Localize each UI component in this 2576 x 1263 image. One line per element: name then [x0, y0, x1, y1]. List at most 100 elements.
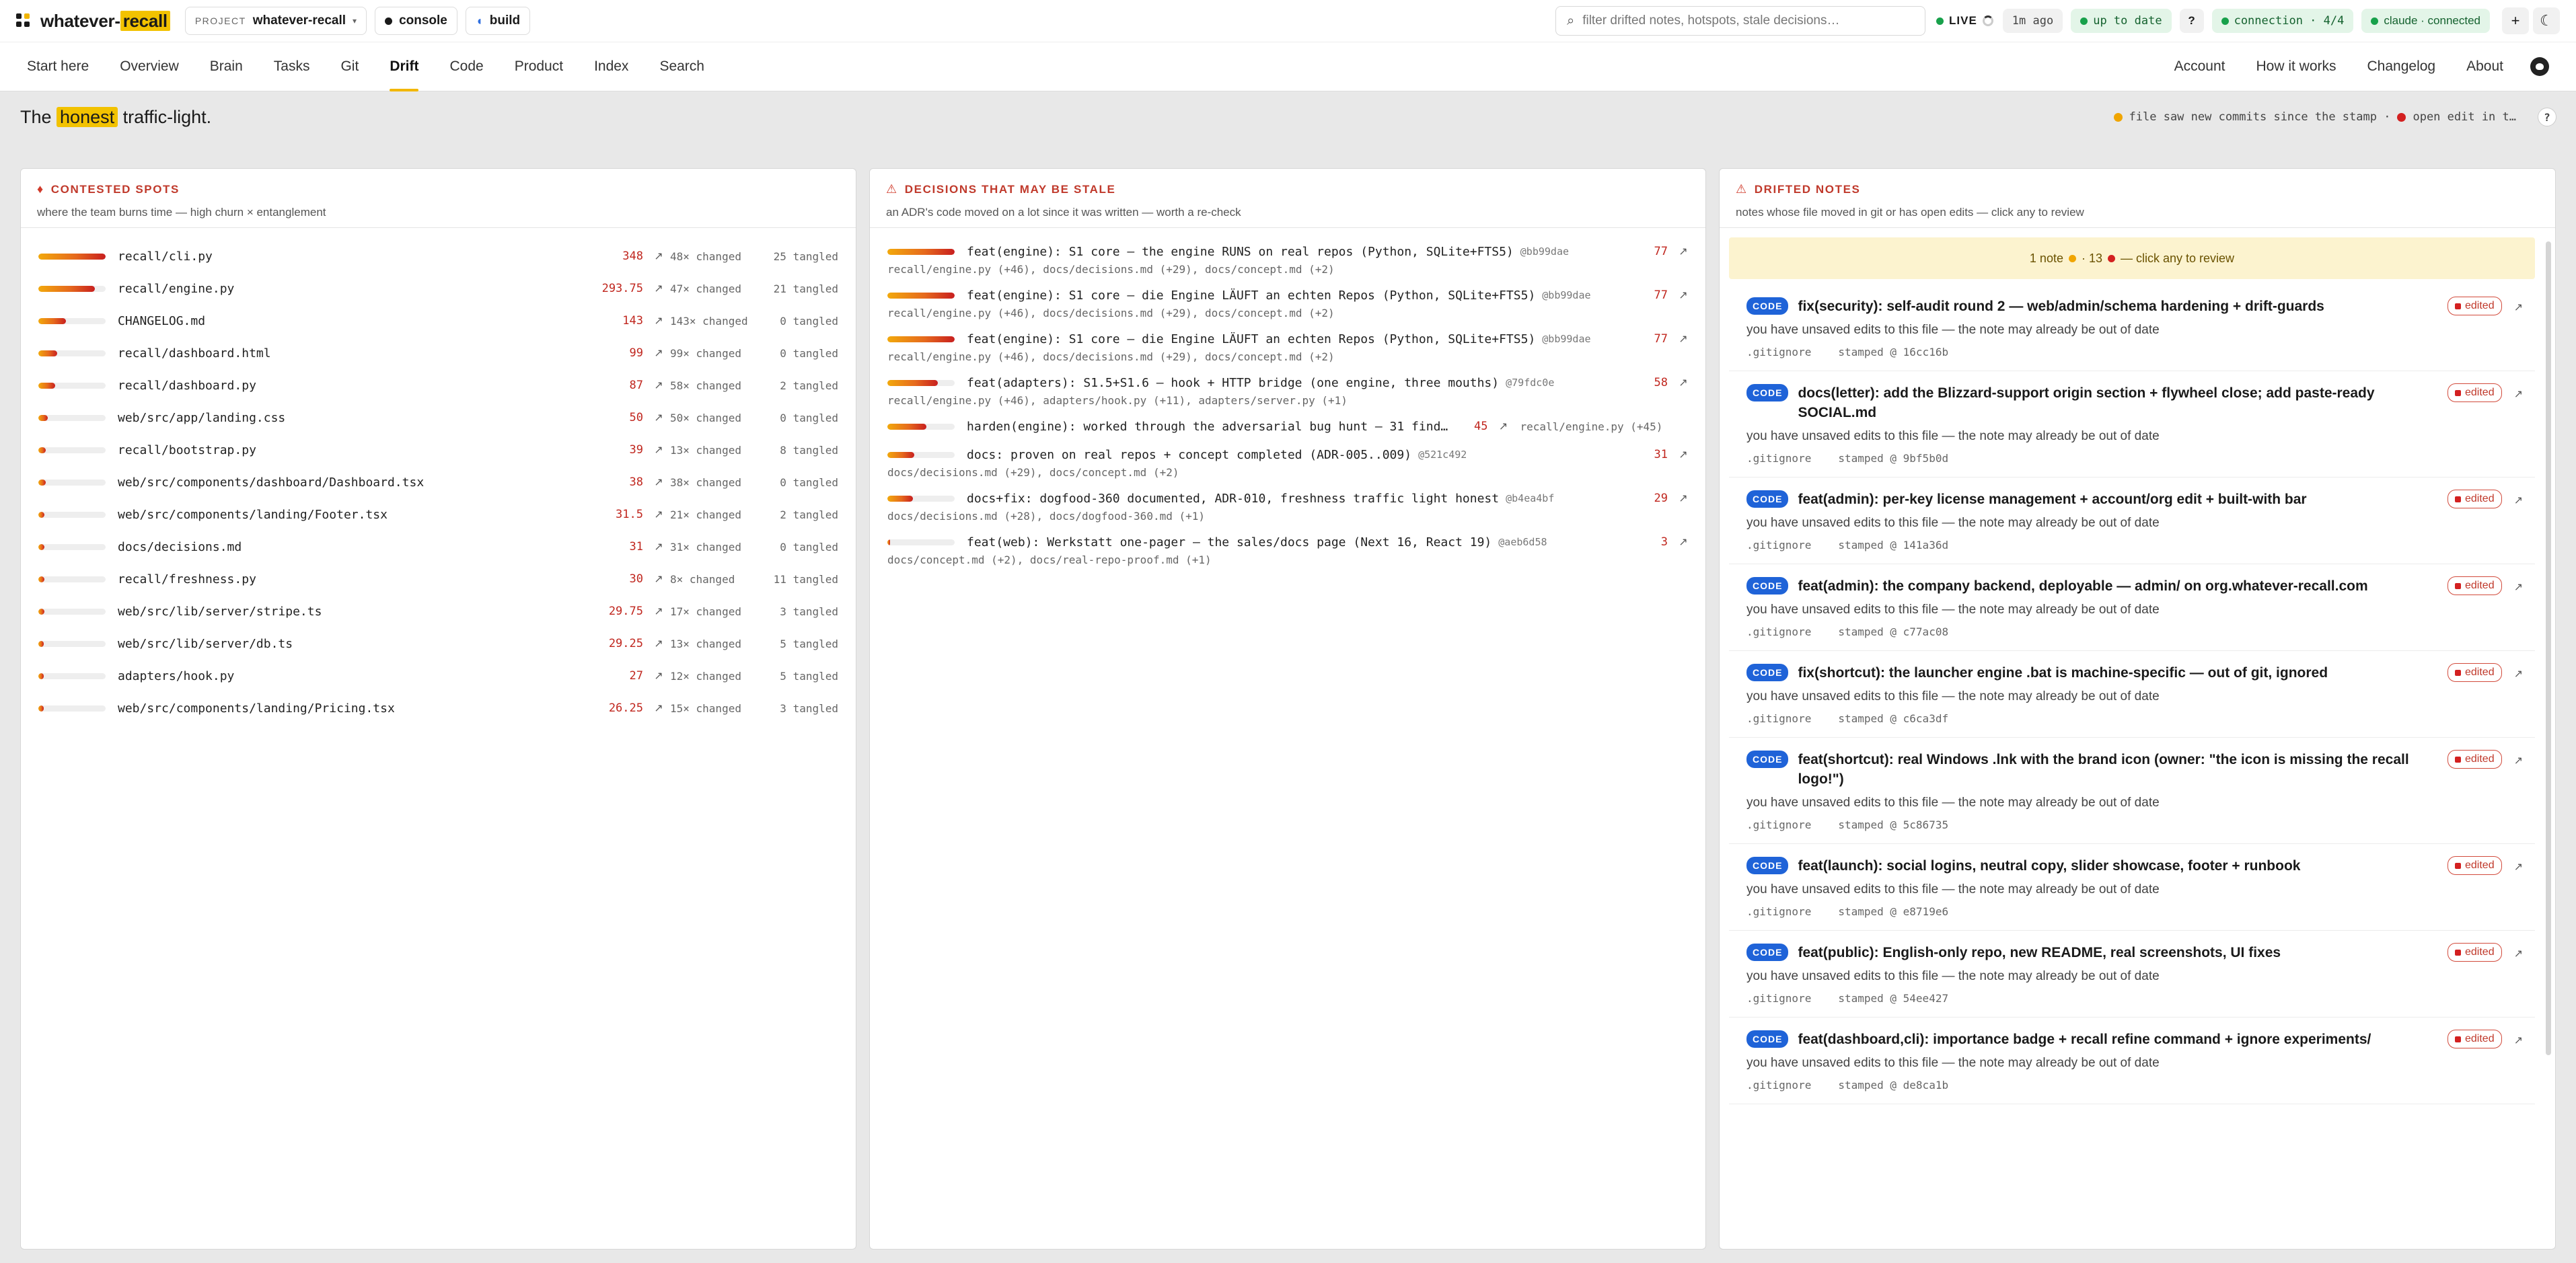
external-link-icon[interactable]: ↗ [1497, 420, 1509, 433]
legend-help-button[interactable]: ? [2538, 108, 2556, 126]
external-link-icon[interactable]: ↗ [2514, 301, 2523, 314]
external-link-icon[interactable]: ↗ [2514, 387, 2523, 401]
search-box[interactable]: ⌕ [1555, 6, 1925, 36]
external-link-icon[interactable]: ↗ [2514, 580, 2523, 594]
hotspot-row[interactable]: recall/dashboard.py 87 ↗ 58× changed 2 tangl… [21, 369, 856, 401]
note-meta: .gitignore stamped @ 141a36d [1746, 539, 2523, 551]
note-file: .gitignore [1746, 539, 1812, 551]
claude-status[interactable]: claude · connected [2361, 9, 2490, 33]
external-link-icon[interactable]: ↗ [1677, 448, 1689, 461]
hotspot-row[interactable]: recall/bootstrap.py 39 ↗ 13× changed 8 tangl… [21, 434, 856, 466]
drifted-note[interactable]: CODE feat(shortcut): real Windows .lnk wi… [1729, 738, 2535, 844]
decision-row[interactable]: feat(adapters): S1.5+S1.6 — hook + HTTP … [870, 370, 1705, 414]
nav-how-it-works[interactable]: How it works [2256, 42, 2336, 91]
drift-bar-fill [887, 336, 955, 342]
external-link-icon[interactable]: ↗ [1677, 492, 1689, 505]
external-link-icon[interactable]: ↗ [1677, 289, 1689, 302]
nav-overview[interactable]: Overview [120, 42, 179, 91]
external-link-icon[interactable]: ↗ [653, 314, 665, 328]
external-link-icon[interactable]: ↗ [2514, 667, 2523, 681]
external-link-icon[interactable]: ↗ [653, 572, 665, 586]
hotspot-row[interactable]: recall/freshness.py 30 ↗ 8× changed 11 tangl… [21, 563, 856, 595]
external-link-icon[interactable]: ↗ [1677, 535, 1689, 549]
nav-product[interactable]: Product [515, 42, 563, 91]
hotspot-path: recall/cli.py [118, 249, 213, 264]
nav-about[interactable]: About [2466, 42, 2503, 91]
external-link-icon[interactable]: ↗ [653, 701, 665, 715]
hotspot-row[interactable]: web/src/components/landing/Footer.tsx 31.… [21, 498, 856, 531]
drifted-note[interactable]: CODE feat(public): English-only repo, new… [1729, 931, 2535, 1018]
external-link-icon[interactable]: ↗ [653, 475, 665, 489]
external-link-icon[interactable]: ↗ [1677, 376, 1689, 389]
add-button[interactable]: + [2502, 7, 2529, 34]
decision-row[interactable]: docs+fix: dogfood-360 documented, ADR-01… [870, 486, 1705, 529]
search-input[interactable] [1582, 13, 1914, 28]
nav-search[interactable]: Search [659, 42, 704, 91]
hotspot-row[interactable]: web/src/components/dashboard/Dashboard.t… [21, 466, 856, 498]
drifted-note[interactable]: CODE docs(letter): add the Blizzard-suppo… [1729, 371, 2535, 477]
external-link-icon[interactable]: ↗ [2514, 1034, 2523, 1047]
help-button[interactable]: ? [2179, 9, 2204, 33]
external-link-icon[interactable]: ↗ [1677, 332, 1689, 346]
decision-row[interactable]: feat(engine): S1 core — die Engine LÄUFT… [870, 326, 1705, 370]
hotspot-row[interactable]: recall/dashboard.html 99 ↗ 99× changed 0 tan… [21, 337, 856, 369]
external-link-icon[interactable]: ↗ [653, 669, 665, 683]
external-link-icon[interactable]: ↗ [1677, 245, 1689, 258]
hotspot-row[interactable]: web/src/lib/server/db.ts 29.25 ↗ 13× change… [21, 627, 856, 660]
nav-index[interactable]: Index [594, 42, 628, 91]
hotspot-path: web/src/app/landing.css [118, 410, 286, 425]
drifted-note[interactable]: CODE feat(launch): social logins, neutral… [1729, 844, 2535, 931]
external-link-icon[interactable]: ↗ [653, 282, 665, 295]
external-link-icon[interactable]: ↗ [653, 540, 665, 553]
hotspot-row[interactable]: CHANGELOG.md 143 ↗ 143× changed 0 tangled [21, 305, 856, 337]
decision-row[interactable]: feat(web): Werkstatt one-pager — the sal… [870, 529, 1705, 573]
hotspot-row[interactable]: web/src/app/landing.css 50 ↗ 50× changed 0 t… [21, 401, 856, 434]
code-badge: CODE [1746, 577, 1789, 595]
external-link-icon[interactable]: ↗ [653, 346, 665, 360]
external-link-icon[interactable]: ↗ [2514, 860, 2523, 874]
decision-row[interactable]: feat(engine): S1 core — the engine RUNS … [870, 239, 1705, 282]
external-link-icon[interactable]: ↗ [653, 605, 665, 618]
external-link-icon[interactable]: ↗ [2514, 947, 2523, 960]
hotspot-row[interactable]: web/src/components/landing/Pricing.tsx 26… [21, 692, 856, 724]
nav-account[interactable]: Account [2174, 42, 2225, 91]
nav-start-here[interactable]: Start here [27, 42, 89, 91]
external-link-icon[interactable]: ↗ [2514, 494, 2523, 507]
nav-tasks[interactable]: Tasks [274, 42, 310, 91]
nav-code[interactable]: Code [449, 42, 483, 91]
external-link-icon[interactable]: ↗ [653, 379, 665, 392]
drifted-note[interactable]: CODE feat(admin): per-key license managem… [1729, 477, 2535, 564]
decision-row[interactable]: docs: proven on real repos + concept com… [870, 442, 1705, 486]
decision-row[interactable]: harden(engine): worked through the adver… [870, 414, 1705, 442]
github-icon[interactable] [2530, 57, 2549, 76]
drifted-note[interactable]: CODE feat(admin): the company backend, de… [1729, 564, 2535, 651]
build-button[interactable]: ◖ build [465, 7, 531, 35]
console-button[interactable]: console [375, 7, 457, 35]
nav-drift[interactable]: Drift [390, 42, 419, 91]
hotspot-row[interactable]: recall/engine.py 293.75 ↗ 47× changed 21 tan… [21, 272, 856, 305]
hotspot-row[interactable]: docs/decisions.md 31 ↗ 31× changed 0 tangled [21, 531, 856, 563]
brand[interactable]: whatever-recall [16, 10, 170, 32]
external-link-icon[interactable]: ↗ [653, 508, 665, 521]
nav-git[interactable]: Git [340, 42, 359, 91]
external-link-icon[interactable]: ↗ [653, 637, 665, 650]
drifted-note[interactable]: CODE feat(dashboard,cli): importance badg… [1729, 1018, 2535, 1104]
external-link-icon[interactable]: ↗ [653, 443, 665, 457]
drifted-note[interactable]: CODE fix(security): self-audit round 2 — … [1729, 284, 2535, 371]
theme-toggle-moon-icon[interactable]: ☾ [2533, 7, 2560, 34]
external-link-icon[interactable]: ↗ [2514, 754, 2523, 767]
hotspot-row[interactable]: adapters/hook.py 27 ↗ 12× changed 5 tangled [21, 660, 856, 692]
connection-status[interactable]: connection · 4/4 [2211, 9, 2354, 33]
project-selector[interactable]: PROJECT whatever-recall ▾ [184, 7, 367, 35]
nav-changelog[interactable]: Changelog [2367, 42, 2436, 91]
stale-decisions-panel: ⚠ DECISIONS THAT MAY BE STALE an ADR's c… [869, 168, 1706, 1250]
drift-summary-banner[interactable]: 1 note · 13 — click any to review [1729, 237, 2535, 279]
hotspot-row[interactable]: recall/cli.py 348 ↗ 48× changed 25 tangled [21, 240, 856, 272]
hotspot-row[interactable]: web/src/lib/server/stripe.ts 29.75 ↗ 17× ch… [21, 595, 856, 627]
decision-row[interactable]: feat(engine): S1 core — die Engine LÄUFT… [870, 282, 1705, 326]
drifted-note[interactable]: CODE fix(shortcut): the launcher engine .… [1729, 651, 2535, 738]
notes-scrollbar[interactable] [2546, 241, 2551, 1055]
external-link-icon[interactable]: ↗ [653, 411, 665, 424]
external-link-icon[interactable]: ↗ [653, 250, 665, 263]
nav-brain[interactable]: Brain [210, 42, 243, 91]
